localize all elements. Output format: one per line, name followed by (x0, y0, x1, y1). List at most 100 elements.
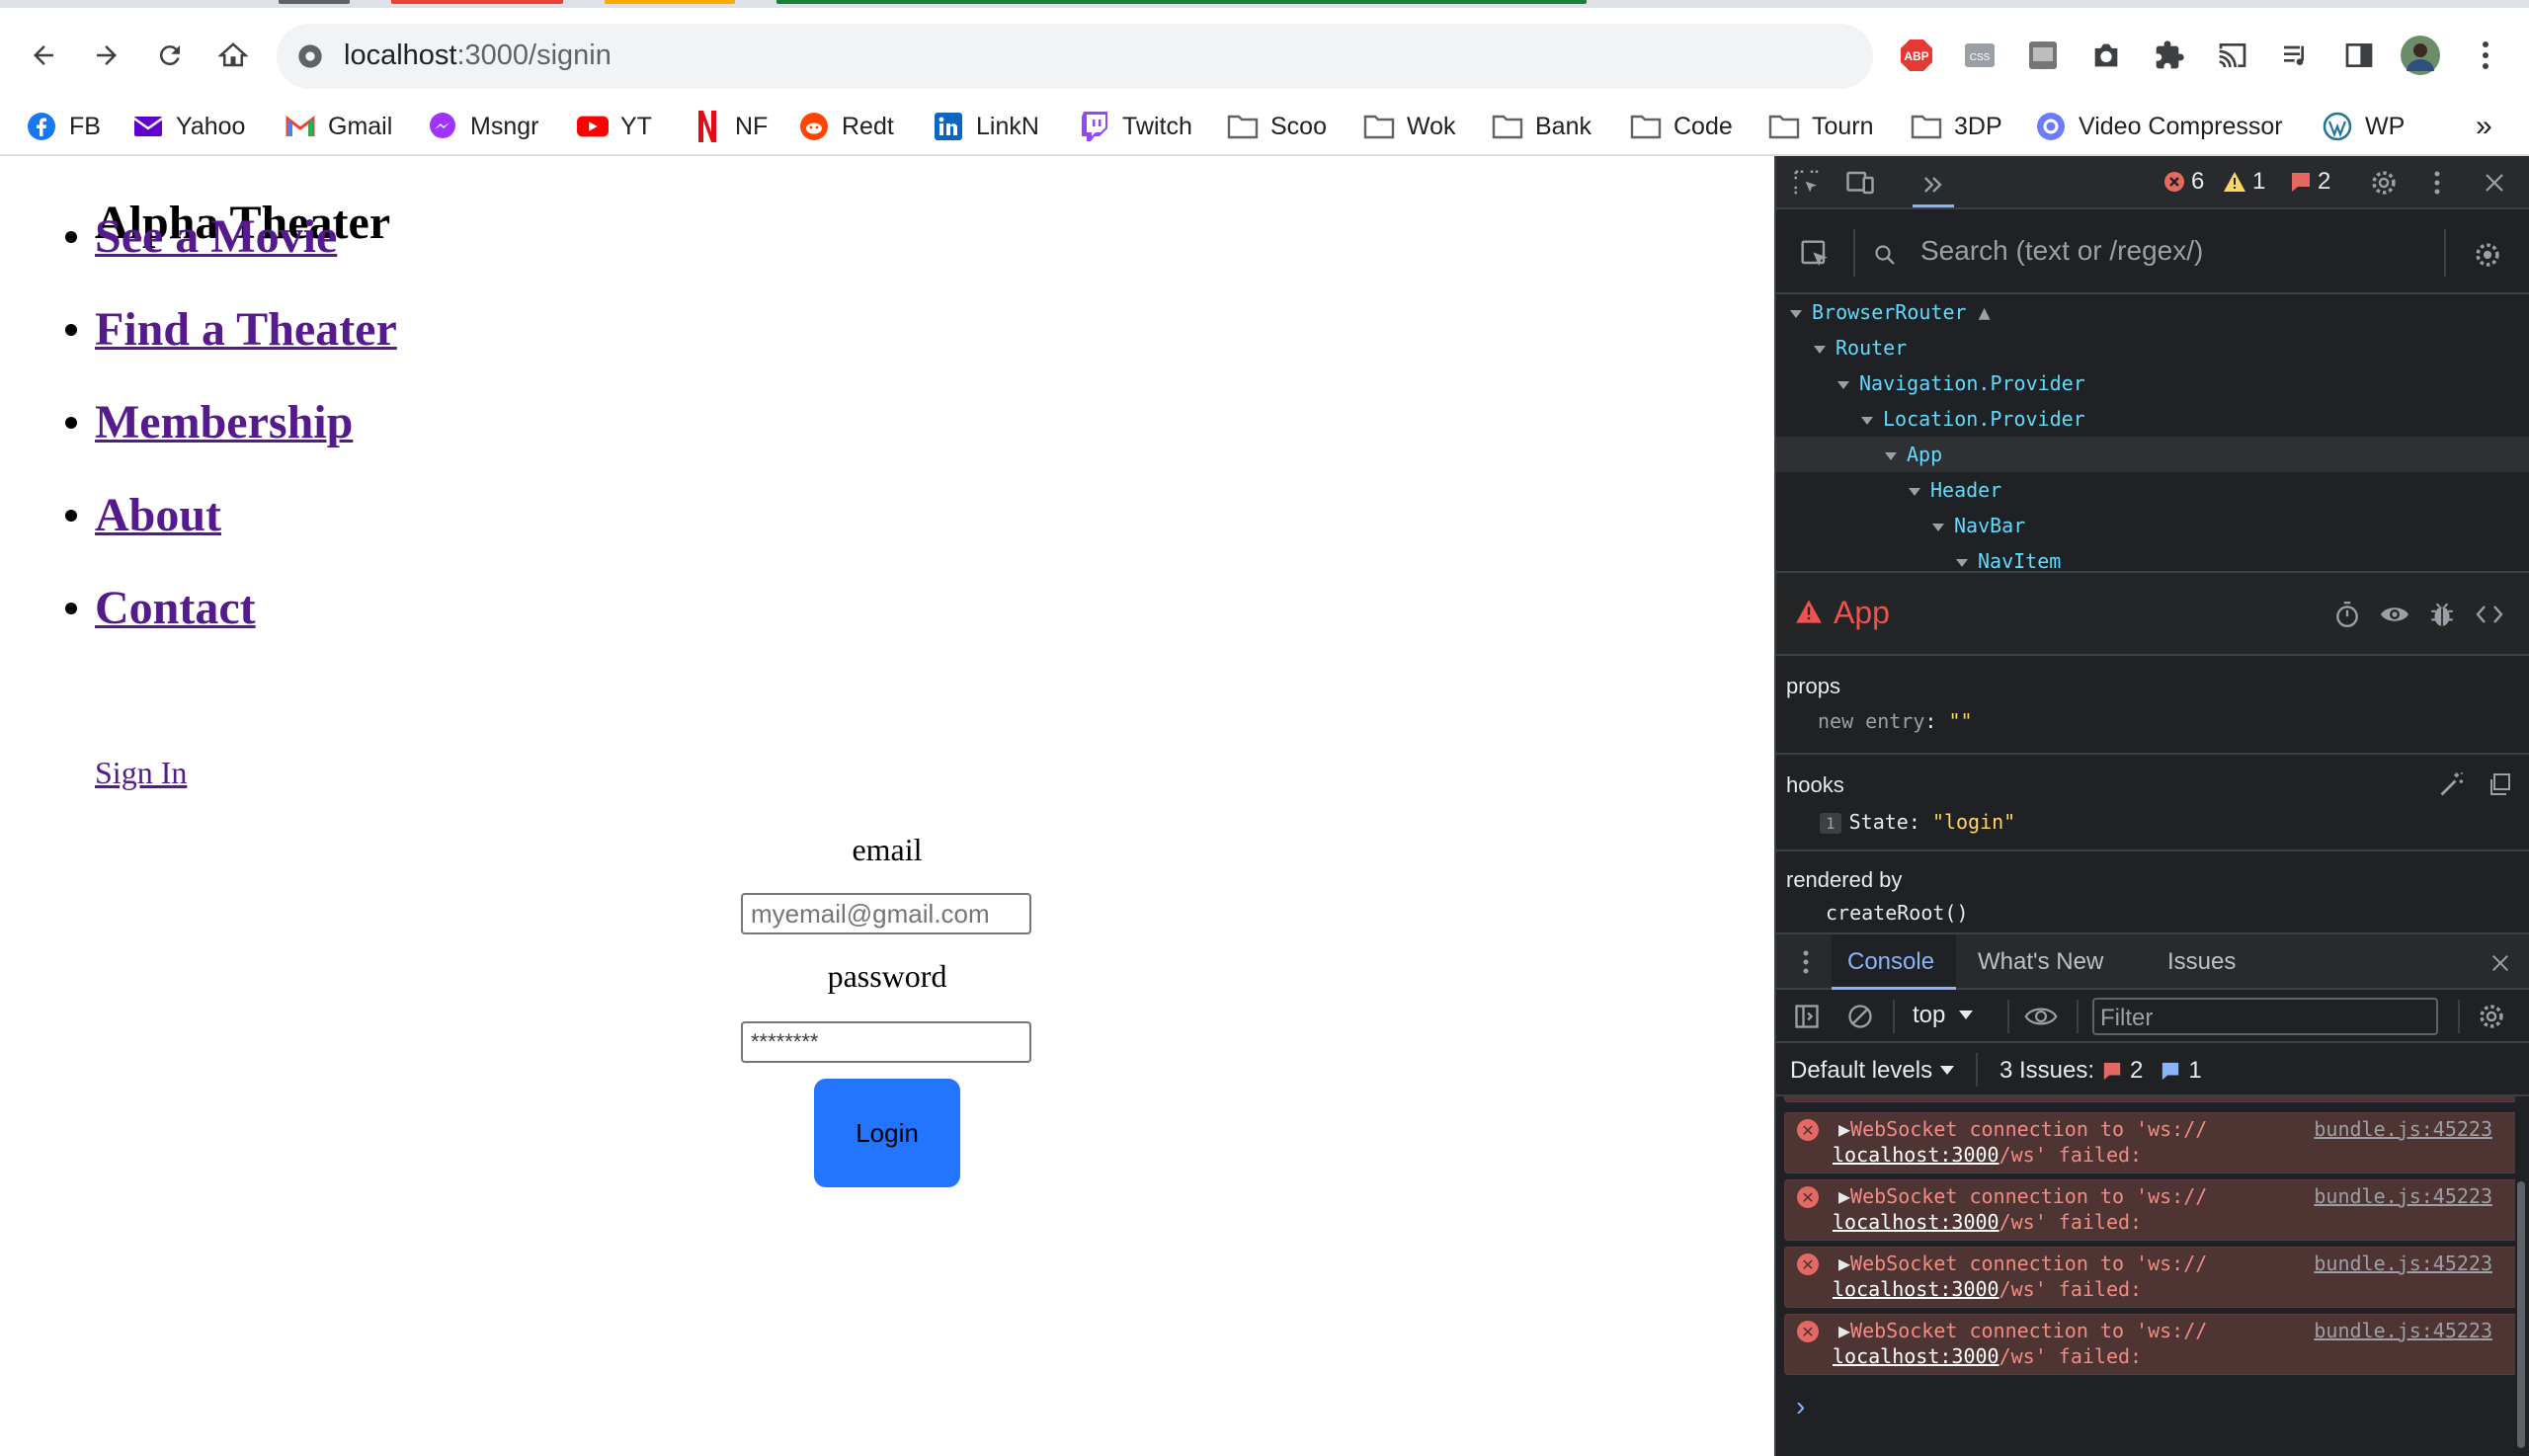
warning-counter[interactable]: 1 (2223, 168, 2265, 196)
message-line2: localhost:3000/ws' failed: (1833, 1210, 2142, 1234)
default-levels-dropdown[interactable]: Default levels (1790, 1057, 1955, 1085)
bug-icon[interactable] (2426, 599, 2458, 630)
home-button[interactable] (211, 34, 255, 77)
parse-hook-names-icon[interactable] (2436, 768, 2468, 800)
email-field[interactable]: myemail@gmail.com (741, 893, 1031, 934)
nav-link-see-a-movie[interactable]: See a Movie (95, 209, 337, 264)
console-error-message[interactable]: ✕ ▶WebSocket connection to 'ws:// localh… (1784, 1179, 2519, 1241)
tab-whats-new[interactable]: What's New (1978, 948, 2103, 976)
bookmark-msngr[interactable]: Msngr (427, 107, 538, 146)
tree-node-header[interactable]: Header (1776, 472, 2529, 508)
bookmark-tourn[interactable]: Tourn (1768, 107, 1874, 146)
close-devtools-icon[interactable] (2478, 166, 2511, 200)
screenshot-icon[interactable] (2023, 36, 2063, 75)
message-source-link[interactable]: bundle.js:45223 (2314, 1117, 2492, 1141)
menu-icon[interactable] (2466, 36, 2505, 75)
console-error-message[interactable]: ✕ ▶WebSocket connection to 'ws:// localh… (1784, 1112, 2519, 1173)
nav-link-membership[interactable]: Membership (95, 395, 353, 449)
tab-issues[interactable]: Issues (2167, 948, 2236, 976)
bookmark-fb[interactable]: FB (26, 107, 101, 146)
nav-link-about[interactable]: About (95, 488, 221, 542)
sidebar-toggle-icon[interactable] (1790, 1000, 1824, 1033)
bookmark-scoo[interactable]: Scoo (1227, 107, 1327, 146)
clear-console-icon[interactable] (1843, 1000, 1877, 1033)
component-search-input[interactable]: Search (text or /regex/) (1920, 235, 2203, 267)
abp-icon[interactable]: ABP (1897, 36, 1936, 75)
bookmark-3dp[interactable]: 3DP (1911, 107, 2002, 146)
message-source-link[interactable]: bundle.js:45223 (2314, 1184, 2492, 1208)
sign-in-link[interactable]: Sign In (95, 755, 187, 791)
drawer-menu-icon[interactable] (1798, 946, 1814, 978)
select-component-icon[interactable] (1798, 237, 1834, 273)
new-prop-entry[interactable]: new entry: "" (1818, 709, 1973, 733)
view-source-icon[interactable] (2474, 599, 2505, 630)
back-button[interactable] (22, 34, 65, 77)
tree-node-router[interactable]: Router (1776, 330, 2529, 365)
message-text: WebSocket connection to 'ws:// (1850, 1117, 2208, 1141)
tree-node-navitem[interactable]: NavItem (1776, 543, 2529, 571)
avatar[interactable] (2401, 36, 2440, 75)
password-field[interactable]: ******** (741, 1021, 1031, 1063)
devtools-menu-icon[interactable] (2424, 166, 2450, 200)
forward-button[interactable] (85, 34, 128, 77)
tree-node-browserrouter[interactable]: BrowserRouter ▲ (1776, 294, 2529, 330)
tree-node-navbar[interactable]: NavBar (1776, 508, 2529, 543)
console-scrollbar[interactable] (2515, 1096, 2527, 1456)
playlist-icon[interactable] (2276, 36, 2316, 75)
site-info-icon[interactable] (294, 40, 326, 72)
bookmark-bank[interactable]: Bank (1492, 107, 1591, 146)
console-error-message[interactable]: ✕ ▶WebSocket connection to 'ws:// localh… (1784, 1314, 2519, 1375)
console-settings-icon[interactable] (2474, 1000, 2509, 1033)
copy-icon[interactable] (2484, 768, 2515, 800)
bookmark-twitch[interactable]: Twitch (1079, 107, 1192, 146)
device-toolbar-icon[interactable] (1843, 166, 1877, 200)
css-icon[interactable]: CSS (1960, 36, 1999, 75)
camera-icon[interactable] (2086, 36, 2126, 75)
tree-node-location-provider[interactable]: Location.Provider (1776, 401, 2529, 437)
bookmark-yt[interactable]: YT (577, 107, 652, 146)
bookmark-linkn[interactable]: LinkN (933, 107, 1039, 146)
eye-icon[interactable] (2379, 599, 2410, 630)
error-counter[interactable]: 6 (2163, 168, 2204, 196)
tree-node-navigation-provider[interactable]: Navigation.Provider (1776, 365, 2529, 401)
bookmark-wok[interactable]: Wok (1363, 107, 1456, 146)
tree-node-label: Router (1836, 336, 1908, 360)
scrollbar-thumb[interactable] (2517, 1181, 2525, 1448)
sidepanel-icon[interactable] (2339, 36, 2379, 75)
context-selector[interactable]: top (1913, 1002, 1974, 1029)
bookmark-gmail[interactable]: Gmail (285, 107, 392, 146)
component-settings-icon[interactable] (2470, 237, 2505, 273)
inspect-element-icon[interactable] (1790, 166, 1824, 200)
tab-console[interactable]: Console (1832, 934, 1956, 990)
nav-link-find-a-theater[interactable]: Find a Theater (95, 302, 397, 357)
issues-counter[interactable]: 2 (2290, 168, 2330, 196)
message-source-link[interactable]: bundle.js:45223 (2314, 1319, 2492, 1342)
console-filter-input[interactable]: Filter (2092, 998, 2438, 1035)
bookmark-nf[interactable]: NF (692, 107, 768, 146)
reload-button[interactable] (148, 34, 192, 77)
bookmark-wp[interactable]: WP (2322, 107, 2405, 146)
bookmark-yahoo[interactable]: Yahoo (132, 107, 245, 146)
message-source-link[interactable]: bundle.js:45223 (2314, 1252, 2492, 1275)
cast-icon[interactable] (2213, 36, 2252, 75)
bookmark-video-compressor[interactable]: Video Compressor (2035, 107, 2283, 146)
hook-state-row[interactable]: 1 State: "login" (1820, 810, 2015, 834)
bookmark-redt[interactable]: Redt (798, 107, 894, 146)
list-bullet (65, 510, 77, 522)
address-bar[interactable]: localhost:3000/signin (277, 24, 1873, 89)
puzzle-icon[interactable] (2150, 36, 2189, 75)
console-prompt[interactable]: › (1796, 1391, 1805, 1422)
console-error-message[interactable]: ✕ ▶WebSocket connection to 'ws:// localh… (1784, 1247, 2519, 1308)
tree-node-app[interactable]: App (1776, 437, 2529, 472)
bookmark-code[interactable]: Code (1630, 107, 1733, 146)
issues-summary[interactable]: 3 Issues: 2 1 (1999, 1057, 2202, 1085)
login-button[interactable]: Login (814, 1079, 960, 1187)
close-drawer-icon[interactable] (2486, 948, 2515, 978)
more-bookmarks-button[interactable]: » (2476, 107, 2492, 146)
more-tabs-icon[interactable] (1913, 164, 1954, 207)
live-expression-eye-icon[interactable] (2019, 1000, 2063, 1033)
nav-link-contact[interactable]: Contact (95, 581, 256, 635)
settings-gear-icon[interactable] (2367, 166, 2401, 200)
bookmark-label: Gmail (328, 112, 393, 140)
stopwatch-icon[interactable] (2331, 599, 2363, 630)
